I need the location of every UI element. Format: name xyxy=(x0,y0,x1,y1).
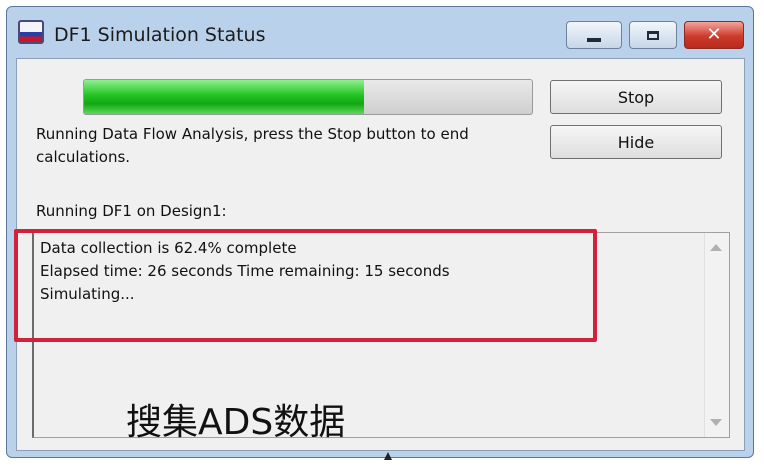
progress-bar-fill xyxy=(84,80,364,114)
close-button[interactable]: ✕ xyxy=(684,21,744,49)
minimize-button[interactable] xyxy=(566,21,622,49)
scroll-down-arrow-icon[interactable] xyxy=(710,419,722,426)
maximize-icon xyxy=(647,30,659,40)
title-bar[interactable]: DF1 Simulation Status ✕ xyxy=(7,7,753,57)
scroll-up-arrow-icon[interactable] xyxy=(710,244,722,251)
app-icon xyxy=(18,20,44,44)
annotation-highlight-box xyxy=(14,229,597,342)
stop-button[interactable]: Stop xyxy=(550,80,722,114)
maximize-button[interactable] xyxy=(629,21,677,49)
close-icon: ✕ xyxy=(706,24,722,45)
vertical-scrollbar[interactable] xyxy=(704,233,729,437)
window-title: DF1 Simulation Status xyxy=(54,24,266,46)
mouse-cursor-icon xyxy=(384,452,392,460)
running-label: Running DF1 on Design1: xyxy=(36,202,227,220)
progress-bar xyxy=(83,79,533,115)
annotation-caption: 搜集ADS数据 xyxy=(126,402,346,443)
status-message: Running Data Flow Analysis, press the St… xyxy=(36,125,469,166)
minimize-icon xyxy=(587,38,601,42)
hide-button[interactable]: Hide xyxy=(550,125,722,159)
